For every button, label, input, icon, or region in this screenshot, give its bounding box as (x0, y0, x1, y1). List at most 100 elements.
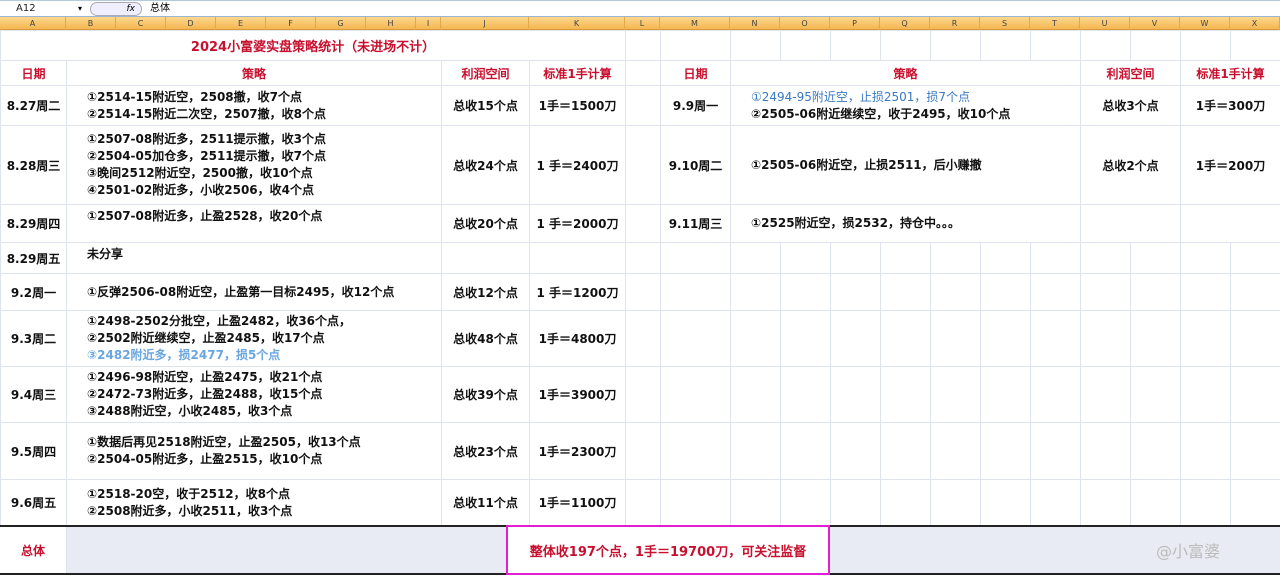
date-cell[interactable]: 9.6周五 (1, 480, 66, 525)
column-header-I[interactable]: I (416, 17, 441, 30)
profit-cell[interactable]: 总收24个点 (442, 126, 529, 204)
column-header-F[interactable]: F (266, 17, 316, 30)
standard-cell[interactable]: 1手＝1500刀 (530, 86, 625, 125)
column-header-U[interactable]: U (1080, 17, 1130, 30)
standard-cell[interactable]: 1 手＝1200刀 (530, 274, 625, 310)
column-header-W[interactable]: W (1180, 17, 1230, 30)
date-cell[interactable]: 8.29周五 (1, 243, 66, 273)
column-header-D[interactable]: D (166, 17, 216, 30)
total-label[interactable]: 总体 (0, 527, 66, 573)
date-cell[interactable]: 8.29周四 (1, 205, 66, 242)
header-standard: 标准1手计算 (1181, 61, 1280, 85)
profit-cell[interactable] (1081, 205, 1180, 242)
profit-cell[interactable]: 总收20个点 (442, 205, 529, 242)
profit-cell[interactable]: 总收12个点 (442, 274, 529, 310)
strategy-line: ④2501-02附近多，小收2506，收4个点 (87, 183, 314, 197)
date-cell[interactable]: 9.3周二 (1, 311, 66, 366)
strategy-cell[interactable]: ①反弹2506-08附近空，止盈第一目标2495，收12个点 (67, 274, 441, 310)
strategy-line: ①2514-15附近空，2508撤，收7个点 (87, 89, 302, 104)
strategy-line: ②2504-05附近多，止盈2515，收10个点 (87, 452, 323, 466)
date-cell[interactable]: 9.2周一 (1, 274, 66, 310)
column-header-S[interactable]: S (980, 17, 1030, 30)
standard-cell[interactable]: 1手＝200刀 (1181, 126, 1280, 204)
date-cell[interactable]: 9.9周一 (661, 86, 730, 125)
profit-cell[interactable]: 总收23个点 (442, 423, 529, 479)
column-header-H[interactable]: H (366, 17, 416, 30)
standard-cell[interactable]: 1手＝300刀 (1181, 86, 1280, 125)
total-summary[interactable]: 整体收197个点，1手＝19700刀，可关注监督 (506, 525, 830, 575)
strategy-line: ②2505-06附近继续空，收于2495，收10个点 (751, 106, 1011, 121)
header-profit: 利润空间 (442, 61, 529, 85)
strategy-cell[interactable]: ①2496-98附近空，止盈2475，收21个点 ②2472-73附近多，止盈24… (67, 367, 441, 422)
date-cell[interactable]: 8.28周三 (1, 126, 66, 204)
strategy-cell[interactable]: ①2505-06附近空，止损2511，后小赚撤 (731, 126, 1080, 204)
standard-cell[interactable]: 1手＝3900刀 (530, 367, 625, 422)
column-header-P[interactable]: P (830, 17, 880, 30)
insert-function-button[interactable]: fx (90, 2, 142, 16)
date-cell[interactable]: 9.4周三 (1, 367, 66, 422)
header-standard: 标准1手计算 (530, 61, 625, 85)
standard-cell[interactable] (530, 243, 625, 273)
column-header-B[interactable]: B (66, 17, 116, 30)
column-header-A[interactable]: A (0, 17, 66, 30)
standard-cell[interactable]: 1 手＝2000刀 (530, 205, 625, 242)
date-cell[interactable]: 9.11周三 (661, 205, 730, 242)
column-header-V[interactable]: V (1130, 17, 1180, 30)
date-cell[interactable]: 9.10周二 (661, 126, 730, 204)
column-header-G[interactable]: G (316, 17, 366, 30)
header-date: 日期 (1, 61, 66, 85)
strategy-line: ①2494-95附近空，止损2501，损7个点 (751, 89, 971, 104)
strategy-line: ③2488附近空，小收2485，收3个点 (87, 404, 293, 418)
strategy-line: ①2498-2502分批空，止盈2482，收36个点， (87, 314, 352, 328)
column-header-R[interactable]: R (930, 17, 980, 30)
standard-cell[interactable]: 1手＝2300刀 (530, 423, 625, 479)
formula-input[interactable]: 总体 (150, 2, 170, 16)
column-header-Q[interactable]: Q (880, 17, 930, 30)
column-header-C[interactable]: C (116, 17, 166, 30)
standard-cell[interactable]: 1 手＝2400刀 (530, 126, 625, 204)
profit-cell[interactable]: 总收48个点 (442, 311, 529, 366)
column-header-K[interactable]: K (529, 17, 625, 30)
name-box[interactable]: A12 (2, 2, 88, 16)
profit-cell[interactable] (442, 243, 529, 273)
strategy-cell[interactable]: ①2518-20空，收于2512，收8个点 ②2508附近多，小收2511，收3个… (67, 480, 441, 525)
strategy-line: ②2502附近继续空，止盈2485，收17个点 (87, 331, 325, 345)
column-header-O[interactable]: O (780, 17, 830, 30)
formula-bar: A12 ▾ fx 总体 (0, 0, 1280, 17)
name-box-dropdown-icon[interactable]: ▾ (78, 2, 82, 16)
strategy-cell[interactable]: ①2507-08附近多，2511提示撤，收3个点 ②2504-05加仓多，2511… (67, 126, 441, 204)
column-header-M[interactable]: M (660, 17, 730, 30)
profit-cell[interactable]: 总收15个点 (442, 86, 529, 125)
profit-cell[interactable]: 总收39个点 (442, 367, 529, 422)
strategy-cell[interactable]: ①2494-95附近空，止损2501，损7个点 ②2505-06附近继续空，收于2… (731, 86, 1080, 125)
header-strategy: 策略 (731, 61, 1080, 85)
strategy-cell[interactable]: ①2507-08附近多，止盈2528，收20个点 (67, 205, 441, 242)
date-cell[interactable]: 8.27周二 (1, 86, 66, 125)
strategy-cell[interactable]: 未分享 (67, 243, 441, 273)
strategy-cell[interactable]: ①2514-15附近空，2508撤，收7个点 ②2514-15附近二次空，2507… (67, 86, 441, 125)
gridline (66, 527, 67, 573)
standard-cell[interactable]: 1手＝1100刀 (530, 480, 625, 525)
column-header-E[interactable]: E (216, 17, 266, 30)
strategy-cell[interactable]: ①2498-2502分批空，止盈2482，收36个点， ②2502附近继续空，止盈… (67, 311, 441, 366)
strategy-line: ①反弹2506-08附近空，止盈第一目标2495，收12个点 (87, 284, 395, 299)
standard-cell[interactable] (1181, 205, 1280, 242)
strategy-cell[interactable]: ①数据后再见2518附近空，止盈2505，收13个点 ②2504-05附近多，止盈… (67, 423, 441, 479)
strategy-line: ①2518-20空，收于2512，收8个点 (87, 486, 290, 501)
strategy-line: ①2525附近空，损2532，持仓中。。。 (751, 216, 960, 230)
date-cell[interactable]: 9.5周四 (1, 423, 66, 479)
column-header-L[interactable]: L (625, 17, 660, 30)
standard-cell[interactable]: 1手＝4800刀 (530, 311, 625, 366)
column-header-N[interactable]: N (730, 17, 780, 30)
column-header-T[interactable]: T (1030, 17, 1080, 30)
column-header-X[interactable]: X (1230, 17, 1280, 30)
profit-cell[interactable]: 总收3个点 (1081, 86, 1180, 125)
strategy-line: ②2472-73附近多，止盈2488，收15个点 (87, 387, 323, 401)
profit-cell[interactable]: 总收2个点 (1081, 126, 1180, 204)
strategy-line: ①2505-06附近空，止损2511，后小赚撤 (751, 157, 982, 172)
strategy-line: ②2504-05加仓多，2511提示撤，收7个点 (87, 149, 326, 163)
strategy-line: ①数据后再见2518附近空，止盈2505，收13个点 (87, 435, 361, 449)
strategy-cell[interactable]: ①2525附近空，损2532，持仓中。。。 (731, 205, 1080, 242)
column-header-J[interactable]: J (441, 17, 529, 30)
profit-cell[interactable]: 总收11个点 (442, 480, 529, 525)
